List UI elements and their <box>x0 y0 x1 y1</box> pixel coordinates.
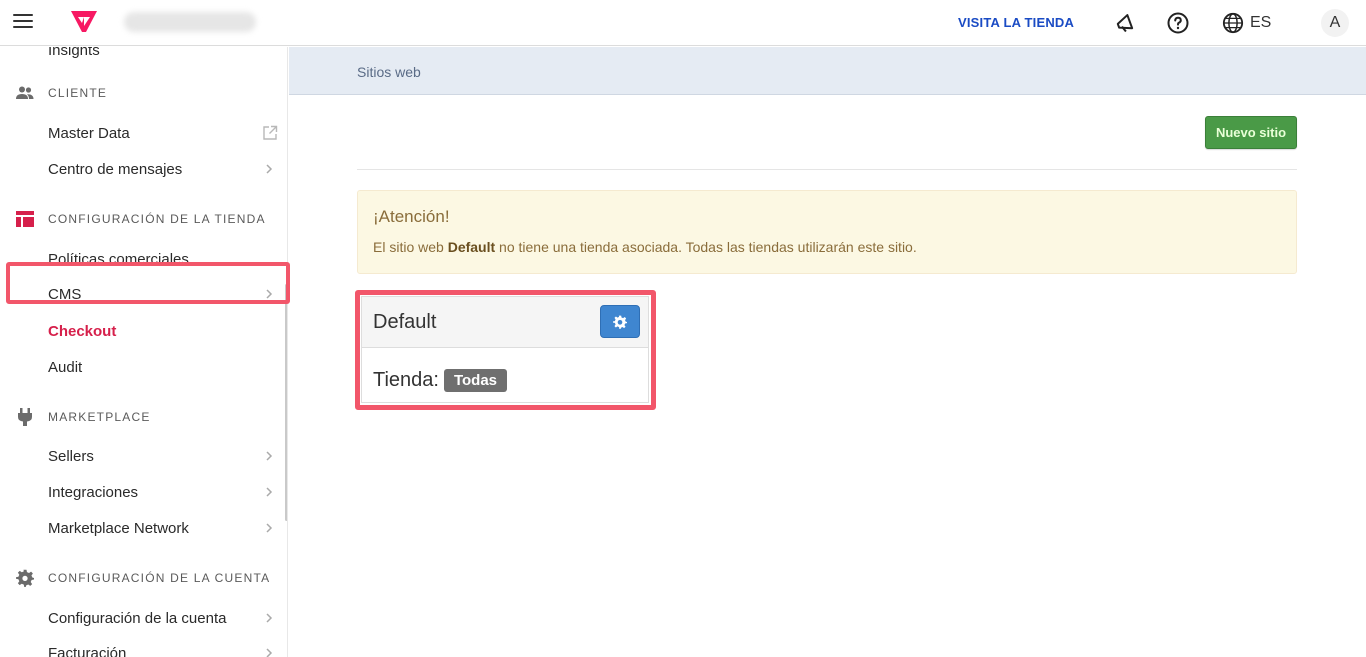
sidebar-section-label: MARKETPLACE <box>48 410 151 424</box>
visit-store-link[interactable]: VISITA LA TIENDA <box>958 15 1074 30</box>
external-link-icon <box>263 125 278 140</box>
sidebar-item-label: Marketplace Network <box>48 519 189 537</box>
sidebar-scrollbar[interactable] <box>285 284 287 521</box>
language-selector[interactable]: ES <box>1222 11 1271 35</box>
warning-alert: ¡Atención! El sitio web Default no tiene… <box>357 190 1297 274</box>
site-card-highlight-box <box>355 290 656 410</box>
alert-text-after: no tiene una tienda asociada. Todas las … <box>495 239 917 255</box>
sidebar-item-label: Insights <box>48 47 100 59</box>
plug-icon <box>16 408 34 426</box>
megaphone-icon[interactable] <box>1114 11 1138 35</box>
top-bar: vtexaccount VISITA LA TIENDA ES A <box>0 0 1366 46</box>
chevron-right-icon <box>266 487 273 497</box>
globe-icon <box>1222 12 1244 34</box>
new-site-button[interactable]: Nuevo sitio <box>1205 116 1297 149</box>
sidebar-item-label: Configuración de la cuenta <box>48 609 227 627</box>
avatar[interactable]: A <box>1321 9 1349 37</box>
vtex-logo[interactable] <box>70 10 98 34</box>
chevron-right-icon <box>266 648 273 657</box>
alert-title: ¡Atención! <box>373 207 450 226</box>
language-label: ES <box>1250 14 1272 31</box>
alert-text: El sitio web Default no tiene una tienda… <box>373 239 917 255</box>
help-icon[interactable] <box>1166 11 1190 35</box>
sidebar-section-label: CONFIGURACIÓN DE LA CUENTA <box>48 571 271 585</box>
breadcrumb-bar: Sitios web <box>289 47 1366 95</box>
chevron-right-icon <box>266 164 273 174</box>
chevron-right-icon <box>266 451 273 461</box>
alert-text-before: El sitio web <box>373 239 448 255</box>
checkout-highlight-box <box>6 262 290 304</box>
sidebar-item-sellers[interactable]: Sellers <box>48 445 280 467</box>
sidebar-item-checkout[interactable]: Checkout <box>48 320 280 342</box>
account-name: vtexaccount <box>124 12 256 32</box>
sidebar-item-label: Integraciones <box>48 483 139 501</box>
users-icon <box>16 84 34 102</box>
alert-site-name: Default <box>447 239 496 255</box>
sidebar-item-master-data[interactable]: Master Data <box>48 122 280 144</box>
sidebar-item-configuracion-cuenta[interactable]: Configuración de la cuenta <box>48 607 280 629</box>
sidebar-item-facturacion[interactable]: Facturación <box>48 642 280 657</box>
sidebar-item-audit[interactable]: Audit <box>48 356 280 378</box>
sidebar: Insights CLIENTE Master Data Centro de m… <box>0 47 288 657</box>
sidebar-item-label: Sellers <box>48 447 94 465</box>
sidebar-item-marketplace-network[interactable]: Marketplace Network <box>48 517 280 539</box>
sidebar-item-integraciones[interactable]: Integraciones <box>48 481 280 503</box>
chevron-right-icon <box>266 613 273 623</box>
sidebar-section-account-config: CONFIGURACIÓN DE LA CUENTA <box>16 568 270 588</box>
sidebar-section-store-config: CONFIGURACIÓN DE LA TIENDA <box>16 209 266 229</box>
sidebar-item-label: Facturación <box>48 644 127 657</box>
breadcrumb[interactable]: Sitios web <box>357 64 421 80</box>
chevron-right-icon <box>266 523 273 533</box>
layout-icon <box>16 210 34 228</box>
sidebar-item-insights[interactable]: Insights <box>48 47 280 61</box>
sidebar-item-label: Checkout <box>48 322 117 340</box>
sidebar-item-label: Audit <box>48 358 83 376</box>
sidebar-section-cliente: CLIENTE <box>16 83 107 103</box>
divider <box>357 169 1297 170</box>
sidebar-section-marketplace: MARKETPLACE <box>16 407 151 427</box>
gear-icon <box>16 569 34 587</box>
sidebar-section-label: CLIENTE <box>48 86 108 100</box>
sidebar-section-label: CONFIGURACIÓN DE LA TIENDA <box>48 212 266 226</box>
sidebar-item-label: Centro de mensajes <box>48 160 183 178</box>
sidebar-item-label: Master Data <box>48 124 130 142</box>
sidebar-item-centro-de-mensajes[interactable]: Centro de mensajes <box>48 158 280 180</box>
menu-icon[interactable] <box>13 14 33 30</box>
